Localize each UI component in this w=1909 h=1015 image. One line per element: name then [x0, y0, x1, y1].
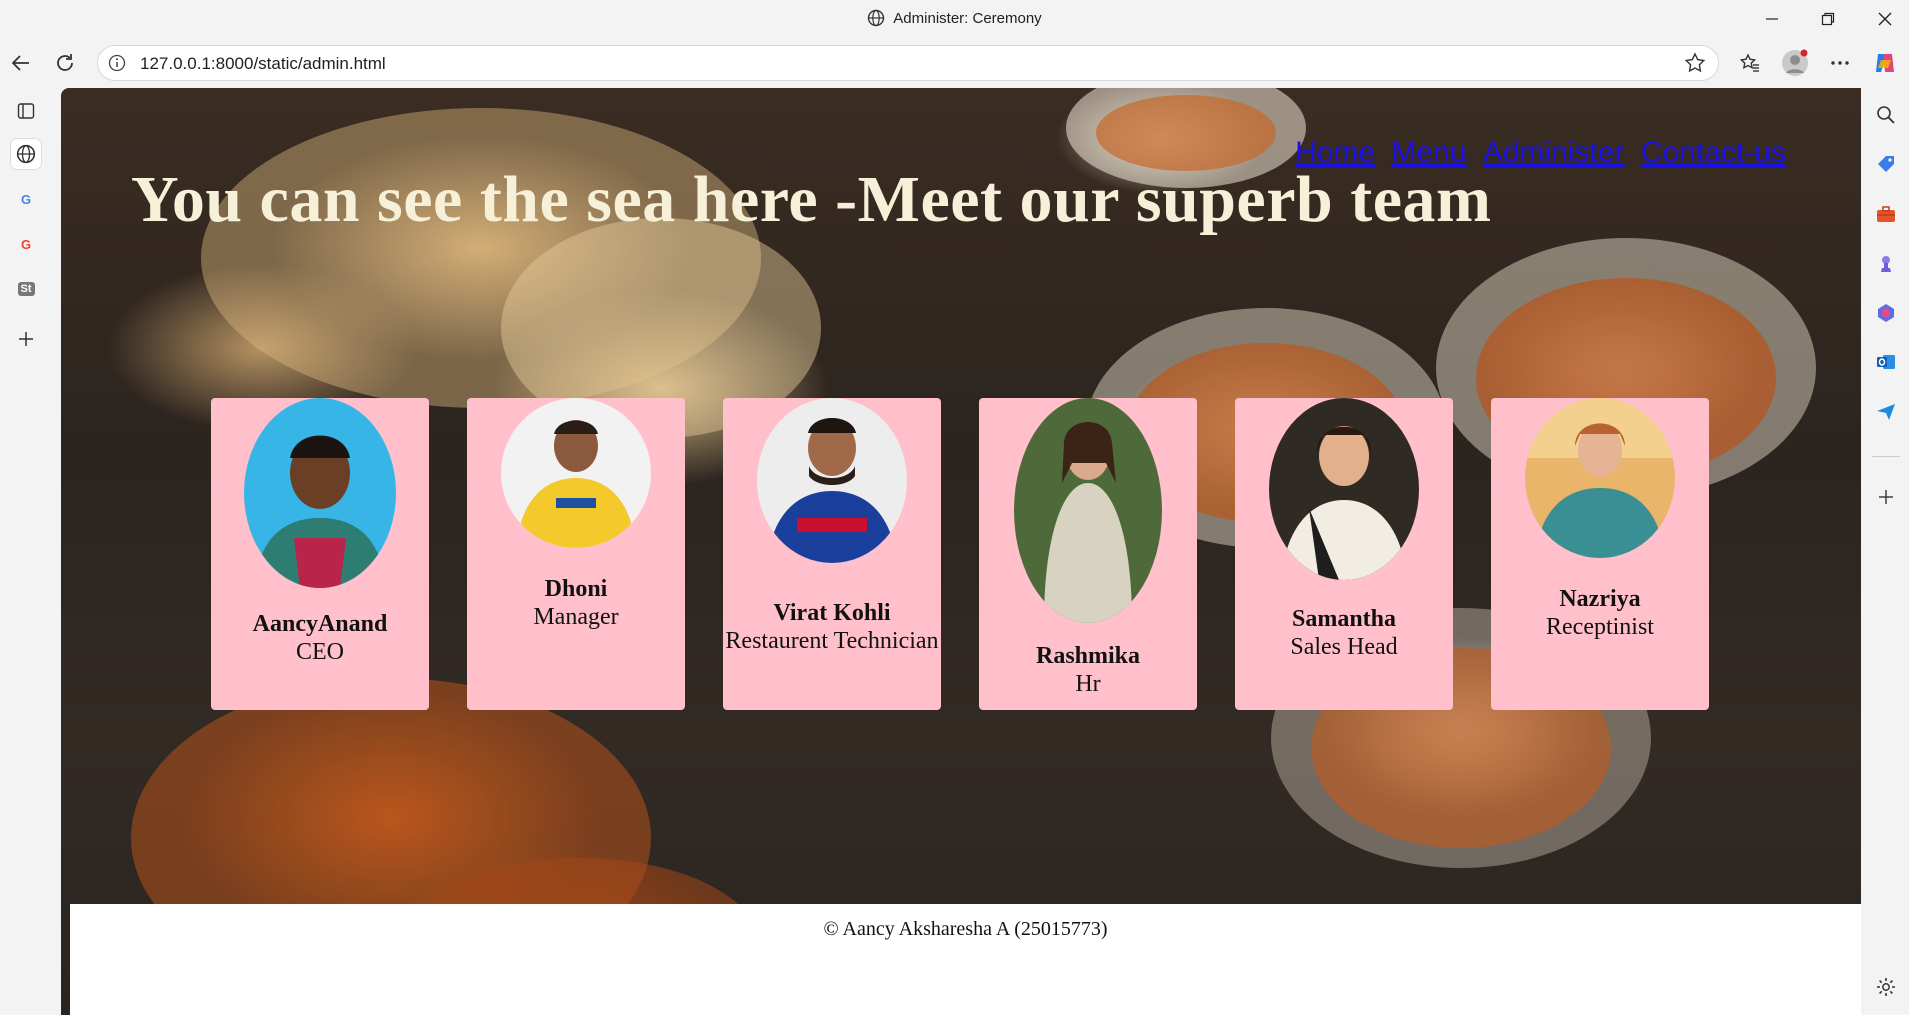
team-photo: [1269, 398, 1419, 580]
sidebar-separator: [1872, 456, 1900, 457]
search-icon[interactable]: [1872, 101, 1900, 129]
team-photo: [1525, 398, 1675, 558]
team-role: Receptinist: [1546, 614, 1654, 640]
site-info-icon[interactable]: [108, 54, 126, 77]
tab-actions-icon[interactable]: [11, 96, 41, 126]
footer-copyright: © Aancy Aksharesha A (25015773): [823, 918, 1108, 940]
team-name: Dhoni: [544, 576, 608, 602]
tab-current-globe-icon[interactable]: [11, 139, 41, 169]
outlook-icon[interactable]: [1872, 348, 1900, 376]
favorites-icon[interactable]: [1735, 48, 1765, 78]
team-name: AancyAnand: [252, 611, 388, 637]
page-footer: © Aancy Aksharesha A (25015773): [70, 904, 1861, 1015]
title-bar: Administer: Ceremony: [0, 0, 1909, 38]
toolbox-icon[interactable]: [1872, 200, 1900, 228]
window-title: Administer: Ceremony: [893, 10, 1042, 27]
hero-title: You can see the sea here -Meet our super…: [131, 163, 1492, 236]
page-viewport: Home Menu Administer Contact-us You can …: [61, 88, 1861, 1015]
team-photo: [501, 398, 651, 548]
favorite-star-icon[interactable]: [1684, 52, 1706, 79]
team-photo: [757, 398, 907, 563]
team-card: Rashmika Hr: [979, 398, 1197, 710]
team-name: Nazriya: [1559, 586, 1641, 612]
team-card: Samantha Sales Head: [1235, 398, 1453, 710]
close-button[interactable]: [1872, 6, 1898, 32]
tab-google-icon[interactable]: G: [11, 229, 41, 259]
tag-icon[interactable]: [1872, 150, 1900, 178]
reload-button[interactable]: [50, 48, 80, 78]
add-icon[interactable]: [1872, 483, 1900, 511]
nav-link-contact[interactable]: Contact-us: [1641, 136, 1786, 169]
minimize-button[interactable]: [1759, 6, 1785, 32]
new-tab-add-icon[interactable]: [11, 324, 41, 354]
team-card: Dhoni Manager: [467, 398, 685, 710]
team-name: Rashmika: [1035, 643, 1141, 669]
address-bar[interactable]: 127.0.0.1:8000/static/admin.html: [97, 45, 1719, 81]
team-role: Restaurent Technician: [725, 628, 939, 654]
copilot-icon[interactable]: [1870, 48, 1900, 78]
vertical-tabs-rail: G G St: [0, 88, 52, 1015]
team-photo: [244, 398, 396, 588]
copilot-app-icon[interactable]: [1872, 299, 1900, 327]
settings-icon[interactable]: [1872, 973, 1900, 1001]
window-title-area: Administer: Ceremony: [0, 9, 1909, 31]
team-card: Virat Kohli Restaurent Technician: [723, 398, 941, 710]
team-role: Manager: [533, 604, 619, 630]
team-name: Virat Kohli: [773, 600, 891, 626]
profile-avatar[interactable]: [1780, 48, 1810, 78]
team-role: Hr: [1075, 671, 1101, 697]
restore-button[interactable]: [1815, 6, 1841, 32]
team-photo: [1014, 398, 1162, 623]
chess-icon[interactable]: [1872, 250, 1900, 278]
nav-link-administer[interactable]: Administer: [1483, 136, 1625, 169]
more-menu-icon[interactable]: [1825, 48, 1855, 78]
url-text[interactable]: 127.0.0.1:8000/static/admin.html: [140, 54, 386, 74]
team-role: CEO: [296, 639, 344, 665]
send-icon[interactable]: [1872, 398, 1900, 426]
team-card: Nazriya Receptinist: [1491, 398, 1709, 710]
sidebar-rail: [1862, 88, 1909, 1015]
back-button[interactable]: [6, 48, 36, 78]
browser-toolbar: 127.0.0.1:8000/static/admin.html: [0, 38, 1909, 88]
globe-icon: [867, 9, 885, 31]
team-name: Samantha: [1291, 606, 1397, 632]
tab-google-icon[interactable]: G: [11, 184, 41, 214]
tab-st-icon[interactable]: St: [11, 274, 41, 304]
team-role: Sales Head: [1290, 634, 1398, 660]
team-card: AancyAnand CEO: [211, 398, 429, 710]
